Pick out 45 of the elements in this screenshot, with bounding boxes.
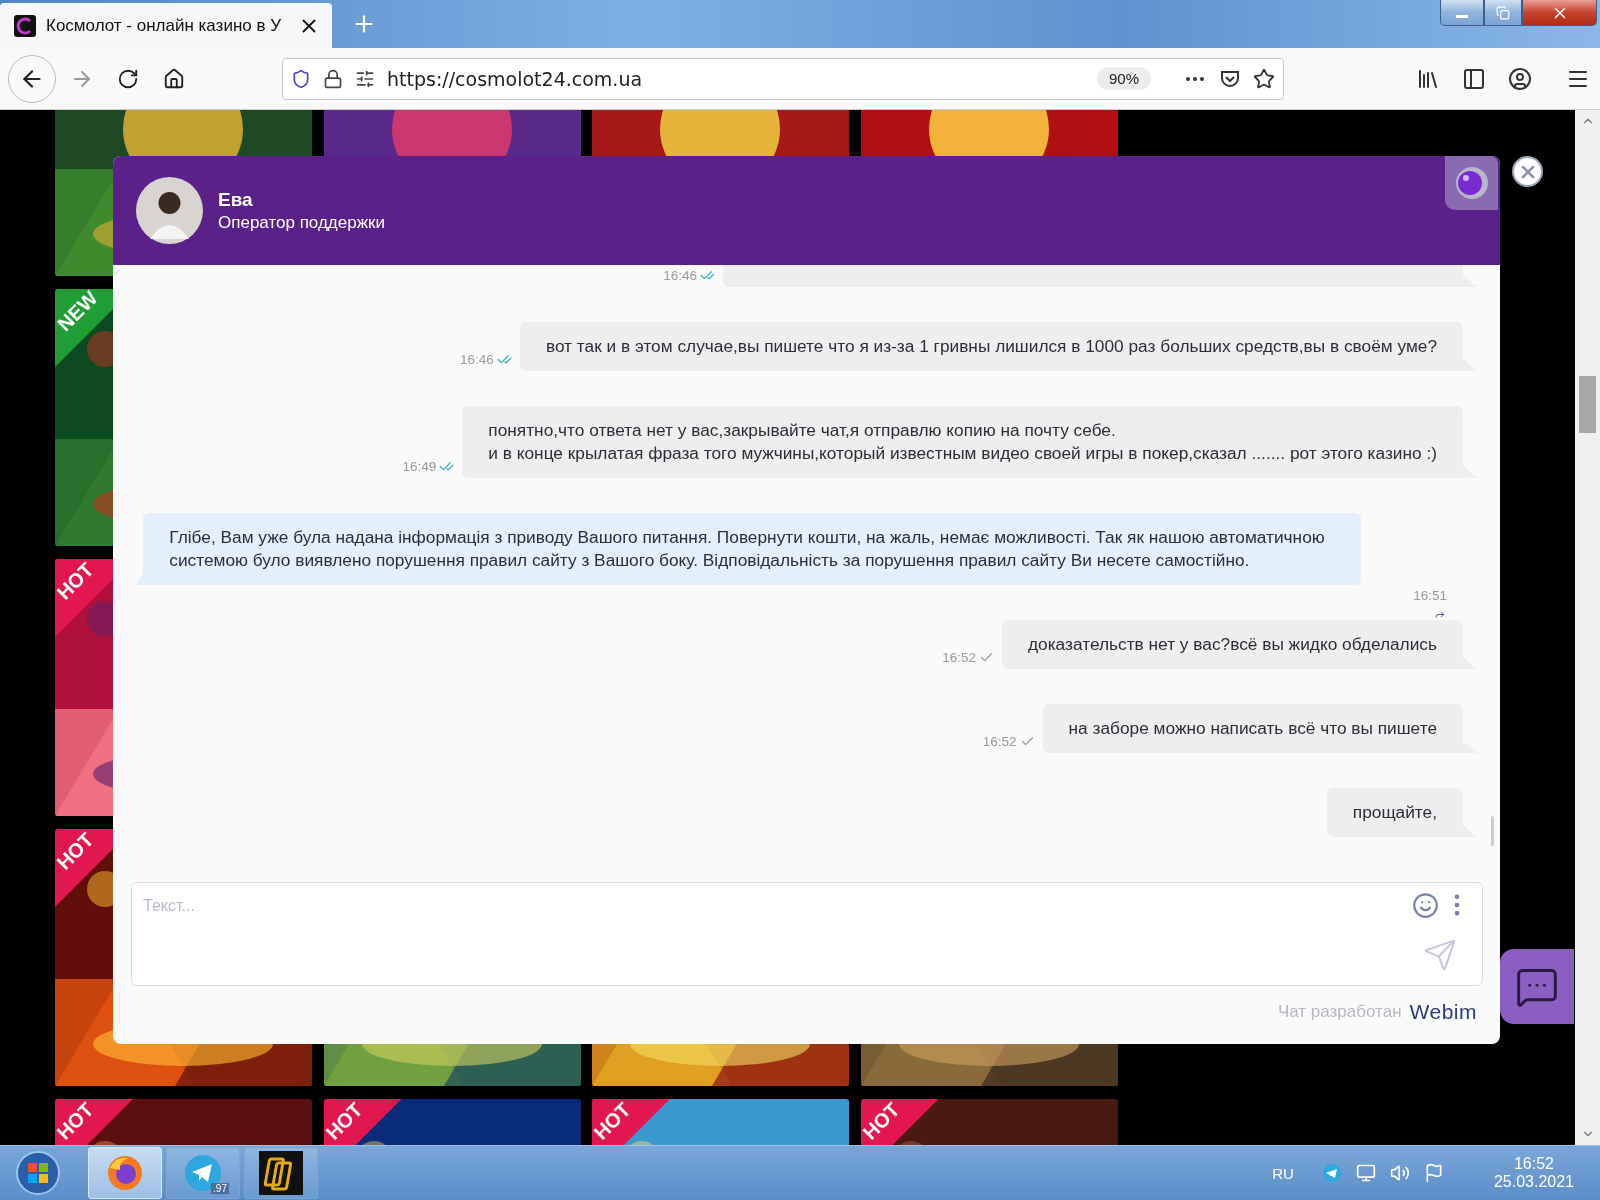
- url-text: https://cosmolot24.com.ua: [387, 67, 644, 90]
- minimize-icon: [1456, 15, 1468, 18]
- restore-icon: [1496, 5, 1510, 20]
- app-icon: [259, 1151, 303, 1195]
- message-field[interactable]: Текст...: [131, 882, 1483, 986]
- scrollbar-thumb[interactable]: [1579, 376, 1596, 433]
- credit-text: Чат разработан: [1277, 1002, 1402, 1022]
- permissions-icon[interactable]: [355, 68, 375, 89]
- scrollbar[interactable]: [1575, 110, 1600, 1145]
- chat-button[interactable]: [1500, 949, 1574, 1024]
- firefox-icon: [106, 1154, 144, 1192]
- browser-tab[interactable]: Космолот - онлайн казино в У: [0, 3, 332, 48]
- minimize-button[interactable]: [1440, 0, 1484, 26]
- lock-icon[interactable]: [323, 68, 343, 89]
- volume-icon[interactable]: [1389, 1163, 1410, 1183]
- forward-icon[interactable]: [1433, 609, 1447, 620]
- zoom-button[interactable]: 90%: [1096, 67, 1151, 90]
- sidebar-icon[interactable]: [1462, 66, 1486, 91]
- taskbar-app[interactable]: [244, 1147, 318, 1199]
- tab-title: Космолот - онлайн казино в У: [46, 15, 283, 36]
- taskbar-app[interactable]: .97: [166, 1147, 240, 1199]
- message-time: 16:52: [982, 734, 1017, 749]
- site-logo-icon: [14, 14, 36, 37]
- agent-name: Ева: [218, 188, 254, 211]
- reload-icon: [117, 67, 139, 90]
- emoji-icon[interactable]: [1412, 892, 1439, 919]
- restore-button[interactable]: [1484, 0, 1522, 26]
- brand-logo[interactable]: Webim: [1409, 1000, 1477, 1024]
- avatar: [136, 177, 203, 244]
- message-time: 16:46: [460, 352, 494, 367]
- message-time: 16:49: [402, 459, 437, 474]
- network-icon[interactable]: [1355, 1163, 1376, 1183]
- helmet-icon: [1445, 156, 1498, 210]
- shield-icon[interactable]: [291, 68, 311, 89]
- windows-logo-icon: [15, 1150, 61, 1196]
- telegram-tray-icon[interactable]: [1321, 1163, 1342, 1183]
- message-time: 16:46: [663, 268, 697, 283]
- address-bar[interactable]: https://cosmolot24.com.ua 90%: [282, 57, 1284, 100]
- account-icon[interactable]: [1508, 66, 1532, 91]
- bookmark-star-icon[interactable]: [1253, 67, 1275, 90]
- message-time: 16:51: [1413, 588, 1447, 605]
- agent-role: Оператор поддержки: [218, 212, 385, 233]
- home-icon: [163, 67, 185, 90]
- unread-count: .97: [211, 1183, 229, 1194]
- message-time: 16:52: [942, 650, 976, 665]
